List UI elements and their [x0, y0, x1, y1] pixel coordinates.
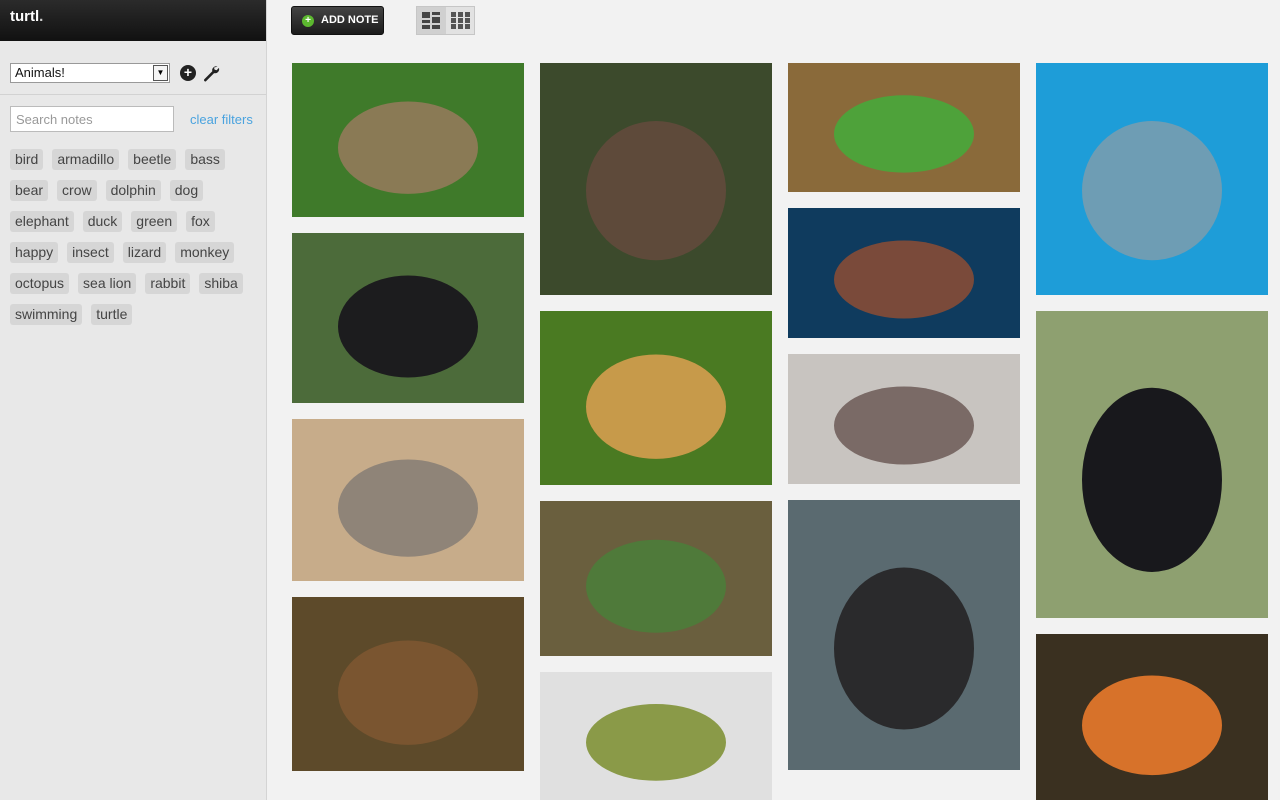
- add-board-icon[interactable]: +: [180, 65, 196, 81]
- tag-row: bird armadillo beetle bass: [10, 149, 260, 180]
- sidebar: turtl. Animals! ▼ + clear filters birdar…: [0, 0, 267, 800]
- tag[interactable]: insect: [67, 242, 114, 263]
- tag[interactable]: fox: [186, 211, 215, 232]
- note-image[interactable]: [788, 208, 1020, 338]
- tag[interactable]: shiba: [199, 273, 243, 294]
- tag[interactable]: rabbit: [145, 273, 191, 294]
- animal-photo: [540, 672, 772, 800]
- note-image[interactable]: [540, 63, 772, 295]
- tag[interactable]: happy: [10, 242, 59, 263]
- tag[interactable]: lizard: [122, 242, 167, 263]
- tag[interactable]: bear: [10, 180, 49, 201]
- tag-list: bird armadillo beetle bass bear crow dolphin do…: [10, 149, 260, 335]
- tag[interactable]: bass: [185, 149, 225, 170]
- note-image[interactable]: [788, 63, 1020, 192]
- tag-row: elephant duck green fox: [10, 211, 260, 242]
- note-image[interactable]: [788, 500, 1020, 770]
- board-select-value: Animals!: [15, 65, 65, 80]
- tag-row: bear crow dolphin dog: [10, 180, 260, 211]
- tag-row: happy insect lizard monkey: [10, 242, 260, 273]
- animal-photo: [540, 501, 772, 656]
- chevron-down-icon[interactable]: ▼: [153, 65, 168, 81]
- animal-photo: [292, 597, 524, 771]
- tag[interactable]: turtle: [91, 304, 133, 325]
- note-image[interactable]: [540, 311, 772, 485]
- tag[interactable]: octopus: [10, 273, 70, 294]
- animal-photo: [292, 233, 524, 403]
- tag[interactable]: crow: [57, 180, 97, 201]
- tag[interactable]: monkey: [175, 242, 235, 263]
- animal-photo: [788, 63, 1020, 192]
- animal-photo: [1036, 634, 1268, 800]
- grid-view-icon[interactable]: [446, 7, 475, 34]
- tag[interactable]: bird: [10, 149, 44, 170]
- view-toggle: [416, 6, 475, 35]
- animal-photo: [788, 354, 1020, 484]
- tag[interactable]: dolphin: [105, 180, 161, 201]
- note-image[interactable]: [292, 233, 524, 403]
- note-image[interactable]: [540, 501, 772, 656]
- tag[interactable]: elephant: [10, 211, 74, 232]
- note-image[interactable]: [540, 672, 772, 800]
- masonry-view-icon[interactable]: [417, 7, 446, 34]
- note-image[interactable]: [1036, 634, 1268, 800]
- tag[interactable]: armadillo: [52, 149, 120, 170]
- animal-photo: [788, 500, 1020, 770]
- tag[interactable]: dog: [169, 180, 204, 201]
- animal-photo: [540, 63, 772, 295]
- note-image[interactable]: [292, 63, 524, 217]
- add-note-label: ADD NOTE: [321, 14, 379, 26]
- tag[interactable]: swimming: [10, 304, 83, 325]
- animal-photo: [1036, 311, 1268, 618]
- board-row: Animals! ▼ +: [10, 63, 260, 83]
- tag[interactable]: sea lion: [78, 273, 137, 294]
- animal-photo: [1036, 63, 1268, 295]
- note-image[interactable]: [1036, 63, 1268, 295]
- note-image[interactable]: [292, 597, 524, 771]
- note-image[interactable]: [788, 354, 1020, 484]
- sidebar-divider: [0, 94, 266, 95]
- animal-photo: [292, 63, 524, 217]
- clear-filters-link[interactable]: clear filters: [190, 112, 253, 127]
- note-image[interactable]: [292, 419, 524, 581]
- animal-photo: [788, 208, 1020, 338]
- board-select[interactable]: Animals! ▼: [10, 63, 170, 83]
- tag-row: swimming turtle: [10, 304, 260, 335]
- logo-bar: turtl.: [0, 0, 266, 41]
- tag[interactable]: duck: [82, 211, 123, 232]
- search-notes-input[interactable]: [10, 106, 174, 132]
- animal-photo: [540, 311, 772, 485]
- tag[interactable]: green: [131, 211, 178, 232]
- add-note-button[interactable]: + ADD NOTE: [291, 6, 384, 35]
- tag[interactable]: beetle: [128, 149, 177, 170]
- tag-row: octopus sea lion rabbit shiba: [10, 273, 260, 304]
- animal-photo: [292, 419, 524, 581]
- plus-icon: +: [302, 15, 314, 27]
- app-logo[interactable]: turtl.: [10, 8, 43, 25]
- logo-dot: .: [39, 8, 44, 25]
- logo-text: turtl: [10, 8, 40, 25]
- wrench-icon[interactable]: [202, 64, 220, 82]
- note-image[interactable]: [1036, 311, 1268, 618]
